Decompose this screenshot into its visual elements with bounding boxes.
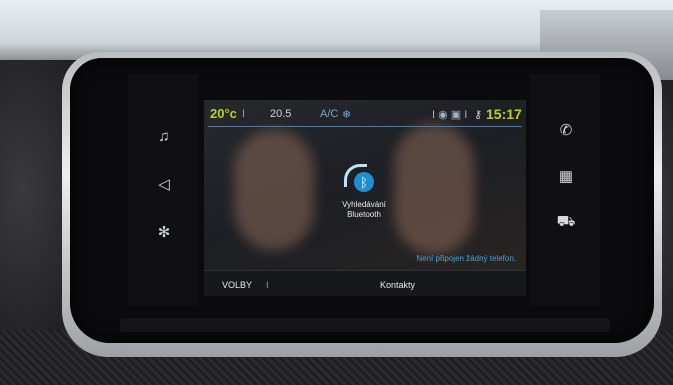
fan-icon: ❄	[342, 109, 352, 121]
bluetooth-search-label[interactable]: Vyhledávání Bluetooth	[324, 200, 404, 220]
cabin-temperature[interactable]: 20.5	[270, 108, 291, 120]
music-icon[interactable]: ♫	[152, 124, 176, 148]
car-icon[interactable]: ⛟	[554, 210, 578, 234]
connection-status-message: Není připojen žádný telefon.	[416, 254, 516, 263]
status-separator: I	[242, 108, 246, 120]
climate-fan-icon[interactable]: ✻	[152, 220, 176, 244]
bluetooth-label-line1: Vyhledávání	[342, 200, 386, 209]
glare-reflection	[234, 130, 314, 250]
bluetooth-icon[interactable]: ᛒ	[354, 172, 374, 192]
right-shortcut-panel: ✆ ▦ ⛟	[530, 74, 600, 306]
key-icon: ⚷	[474, 109, 483, 121]
status-bar: 20°c I 20.5 A/C ❄ I ◉ ▣ I ⚷ 15:17	[204, 100, 526, 126]
bluetooth-label-line2: Bluetooth	[347, 210, 381, 219]
outside-temperature: 20°c	[210, 106, 237, 121]
infotainment-display: 20°c I 20.5 A/C ❄ I ◉ ▣ I ⚷ 15:17 ᛒ Vyhl…	[204, 100, 526, 296]
status-tray-icons: I ◉ ▣ I	[432, 109, 468, 121]
glare-reflection	[394, 124, 474, 254]
contacts-button[interactable]: Kontakty	[380, 280, 415, 290]
options-button[interactable]: VOLBY	[222, 280, 252, 290]
clock: 15:17	[486, 106, 522, 122]
bezel-lip	[120, 318, 610, 332]
ac-label[interactable]: A/C	[320, 108, 338, 120]
phone-icon[interactable]: ✆	[554, 118, 578, 142]
apps-grid-icon[interactable]: ▦	[554, 164, 578, 188]
bottom-separator: I	[266, 280, 269, 290]
navigation-icon[interactable]: ◁	[152, 172, 176, 196]
left-shortcut-panel: ♫ ◁ ✻	[128, 74, 198, 306]
status-underline	[208, 126, 522, 127]
bottom-action-bar: VOLBY I Kontakty	[204, 270, 526, 296]
